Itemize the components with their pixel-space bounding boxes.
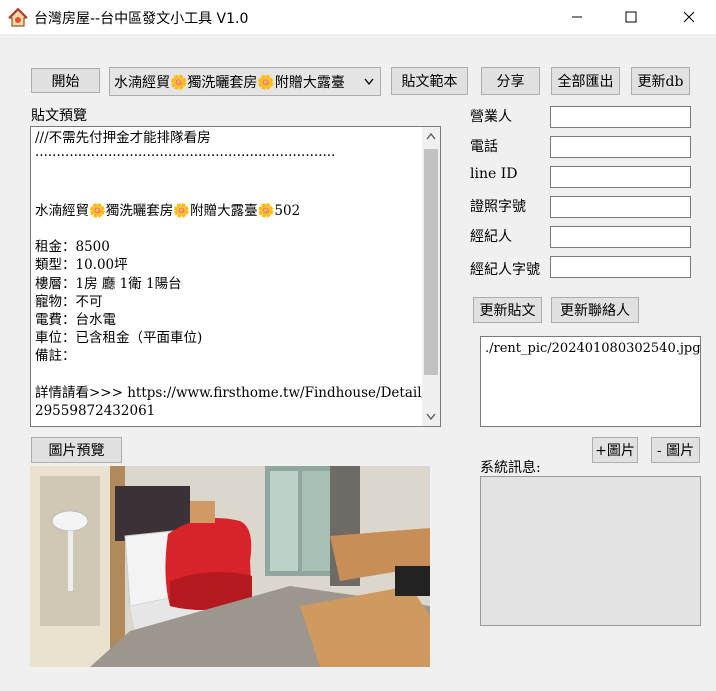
scroll-up-icon[interactable]: [426, 133, 436, 140]
image-file-item[interactable]: ./rent_pic/202401080302540.jpg: [485, 341, 701, 356]
system-message-label: 系統訊息:: [480, 460, 541, 476]
phone-field[interactable]: [550, 136, 691, 158]
license-no-field[interactable]: [550, 196, 691, 218]
agent-license-label: 經紀人字號: [470, 262, 540, 278]
post-preview-line: 備註：: [35, 348, 76, 365]
room-photo: [30, 466, 430, 667]
post-preview-text: ///不需先付押金才能排隊看房 ·························…: [35, 129, 427, 426]
agent-label: 經紀人: [470, 229, 512, 245]
house-logo-icon: [8, 7, 28, 28]
post-preview-line: [35, 220, 420, 238]
line-id-label: line ID: [470, 166, 518, 182]
phone-label: 電話: [470, 139, 498, 155]
post-preview-line: 租金：8500: [35, 239, 110, 256]
chevron-down-icon: [364, 78, 374, 86]
post-preview-line: 電費：台水電: [35, 312, 116, 329]
template-select[interactable]: 水湳經貿🌼獨洗曬套房🌼附贈大露臺: [109, 67, 381, 96]
post-preview-line: [35, 366, 420, 384]
image-file-list[interactable]: ./rent_pic/202401080302540.jpg: [480, 336, 701, 427]
template-select-value: 水湳經貿🌼獨洗曬套房🌼附贈大露臺: [114, 74, 345, 91]
image-file-items: ./rent_pic/202401080302540.jpg: [485, 341, 701, 356]
maximize-button[interactable]: [608, 0, 654, 34]
scroll-thumb[interactable]: [424, 149, 438, 375]
close-icon: [683, 11, 695, 23]
window-title: 台灣房屋--台中區發文小工具 V1.0: [34, 11, 249, 27]
post-preview-line: ········································…: [35, 148, 336, 165]
add-image-button[interactable]: +圖片: [592, 437, 638, 463]
share-button[interactable]: 分享: [481, 67, 540, 95]
license-no-label: 證照字號: [470, 199, 526, 215]
post-preview-textarea[interactable]: ///不需先付押金才能排隊看房 ·························…: [30, 126, 441, 427]
salesperson-label: 營業人: [470, 109, 512, 125]
post-preview-label: 貼文預覽: [31, 108, 87, 124]
post-preview-line: 車位：已含租金（平面車位): [35, 330, 203, 347]
post-preview-line: ///不需先付押金才能排隊看房: [35, 130, 211, 146]
post-preview-line: 29559872432061: [35, 403, 156, 420]
update-contact-button[interactable]: 更新聯絡人: [551, 297, 639, 323]
post-preview-line: 樓層：1房 廳 1衛 1陽台: [35, 275, 182, 292]
update-db-button[interactable]: 更新db: [631, 67, 690, 95]
post-preview-line: 類型：10.00坪: [35, 257, 128, 274]
minimize-icon: [572, 16, 582, 18]
minimize-button[interactable]: [554, 0, 600, 34]
post-preview-line: 水湳經貿🌼獨洗曬套房🌼附贈大露臺🌼502: [35, 202, 301, 219]
export-all-button[interactable]: 全部匯出: [551, 67, 620, 95]
post-preview-line: ········································…: [35, 420, 420, 426]
post-template-button[interactable]: 貼文範本: [391, 67, 468, 95]
post-preview-line: 寵物：不可: [35, 293, 103, 310]
system-message-box[interactable]: [480, 476, 701, 626]
post-preview-line: [35, 165, 420, 183]
image-preview-button[interactable]: 圖片預覽: [31, 437, 122, 463]
agent-license-field[interactable]: [550, 256, 691, 278]
salesperson-field[interactable]: [550, 106, 691, 128]
post-preview-line: 詳情請看>>> https://www.firsthome.tw/Findhou…: [35, 384, 427, 401]
agent-field[interactable]: [550, 226, 691, 248]
post-preview-line: [35, 184, 420, 202]
update-post-button[interactable]: 更新貼文: [473, 297, 542, 323]
start-button[interactable]: 開始: [31, 68, 100, 93]
close-button[interactable]: [666, 0, 712, 34]
remove-image-button[interactable]: - 圖片: [651, 437, 700, 463]
maximize-icon: [625, 11, 637, 23]
line-id-field[interactable]: [550, 166, 691, 188]
preview-scrollbar[interactable]: [422, 127, 440, 426]
scroll-down-icon[interactable]: [426, 413, 436, 420]
